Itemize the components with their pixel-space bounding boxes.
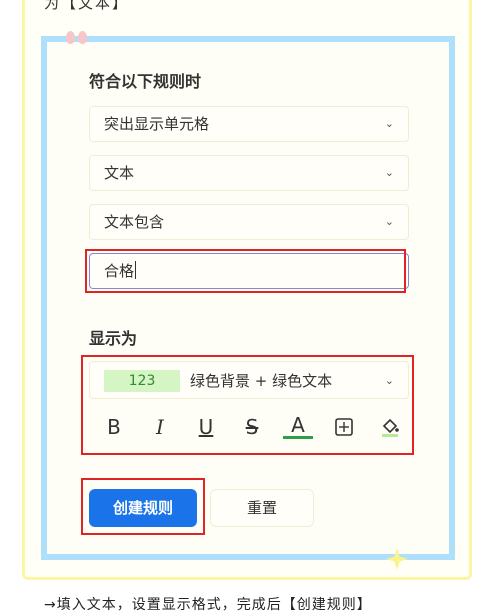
- sparkle-icon: [386, 548, 408, 570]
- decorative-dots: [66, 29, 90, 48]
- display-section-title: 显示为: [89, 329, 138, 348]
- condition-type-select[interactable]: 突出显示单元格 ⌄: [89, 106, 409, 142]
- caption-text: →填入文本，设置显示格式，完成后【创建规则】: [44, 597, 372, 613]
- create-highlight-box: [81, 478, 205, 535]
- chevron-down-icon: ⌄: [384, 215, 394, 228]
- format-highlight-box: [81, 355, 414, 455]
- reset-button[interactable]: 重置: [210, 489, 314, 527]
- condition-type-value: 突出显示单元格: [104, 115, 210, 133]
- target-value: 文本: [104, 164, 135, 182]
- operator-select[interactable]: 文本包含 ⌄: [89, 204, 409, 240]
- operator-value: 文本包含: [104, 213, 165, 231]
- chevron-down-icon: ⌄: [384, 166, 394, 179]
- chevron-down-icon: ⌄: [384, 117, 394, 130]
- rule-section-title: 符合以下规则时: [89, 72, 202, 91]
- target-select[interactable]: 文本 ⌄: [89, 155, 409, 191]
- top-text: 为【文本】: [44, 0, 130, 12]
- input-highlight-box: [85, 249, 406, 293]
